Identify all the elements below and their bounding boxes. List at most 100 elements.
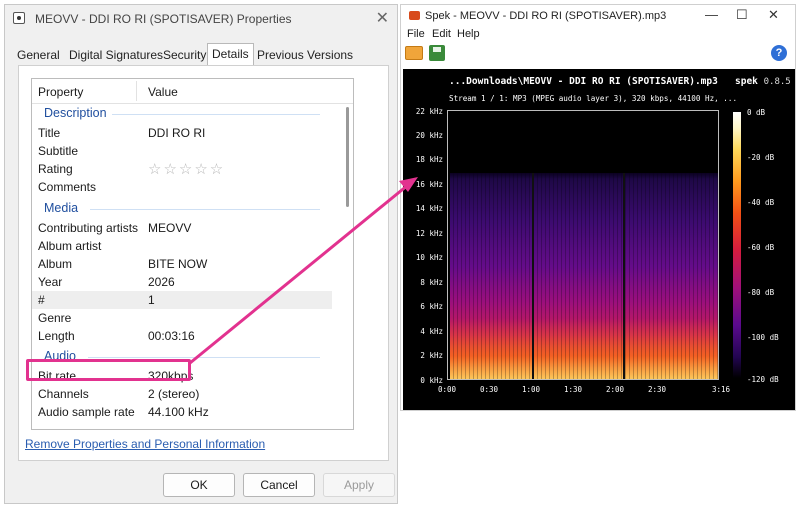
frequency-tick-label: 4 kHz bbox=[420, 327, 443, 336]
property-key: Subtitle bbox=[38, 144, 79, 158]
frequency-tick-label: 8 kHz bbox=[420, 278, 443, 287]
property-key: Album artist bbox=[38, 239, 102, 253]
property-value[interactable]: 00:03:16 bbox=[148, 329, 195, 343]
properties-dialog: MEOVV - DDI RO RI (SPOTISAVER) Propertie… bbox=[4, 4, 398, 504]
property-key: Audio sample rate bbox=[38, 405, 135, 419]
property-row-channels[interactable]: Channels 2 (stereo) bbox=[32, 385, 332, 403]
details-panel: Property Value Description Title DDI RO … bbox=[18, 65, 389, 461]
apply-button[interactable]: Apply bbox=[323, 473, 395, 497]
property-row-album-artist[interactable]: Album artist bbox=[32, 237, 332, 255]
spek-title-bar: Spek - MEOVV - DDI RO RI (SPOTISAVER).mp… bbox=[401, 5, 795, 27]
spek-toolbar: ? bbox=[401, 43, 795, 67]
property-row-sample-rate[interactable]: Audio sample rate 44.100 kHz bbox=[32, 403, 332, 421]
open-folder-icon[interactable] bbox=[405, 46, 423, 60]
property-value[interactable]: 44.100 kHz bbox=[148, 405, 209, 419]
property-key: Channels bbox=[38, 387, 89, 401]
column-header-property[interactable]: Property bbox=[38, 85, 83, 99]
frequency-tick-label: 20 kHz bbox=[415, 131, 443, 140]
spectrogram-plot bbox=[447, 110, 719, 380]
db-tick-label: -80 dB bbox=[747, 288, 775, 297]
tab-general[interactable]: General bbox=[13, 45, 64, 65]
tab-digital-signatures[interactable]: Digital Signatures bbox=[65, 45, 167, 65]
cancel-button[interactable]: Cancel bbox=[243, 473, 315, 497]
save-icon[interactable] bbox=[429, 45, 445, 61]
close-icon[interactable]: ✕ bbox=[768, 7, 779, 23]
property-value[interactable]: 2026 bbox=[148, 275, 175, 289]
menu-file[interactable]: File bbox=[407, 28, 425, 40]
property-value[interactable]: MEOVV bbox=[148, 221, 191, 235]
property-key: Contributing artists bbox=[38, 221, 139, 235]
time-tick-label: 0:00 bbox=[437, 385, 457, 394]
property-key: Title bbox=[38, 126, 61, 140]
property-value[interactable]: 2 (stereo) bbox=[148, 387, 199, 401]
section-divider bbox=[90, 209, 320, 210]
property-row-contributing-artists[interactable]: Contributing artists MEOVV bbox=[32, 219, 332, 237]
maximize-icon[interactable]: ☐ bbox=[736, 7, 748, 23]
property-row-album[interactable]: Album BITE NOW bbox=[32, 255, 332, 273]
stream-info-label: Stream 1 / 1: MP3 (MPEG audio layer 3), … bbox=[449, 94, 738, 103]
bit-rate-highlight-box bbox=[26, 359, 191, 381]
property-key: Year bbox=[38, 275, 63, 289]
tab-security[interactable]: Security bbox=[159, 45, 210, 65]
property-row-year[interactable]: Year 2026 bbox=[32, 273, 332, 291]
property-row-subtitle[interactable]: Subtitle bbox=[32, 142, 332, 160]
property-row-track-number[interactable]: # 1 bbox=[32, 291, 332, 309]
frequency-tick-label: 14 kHz bbox=[415, 204, 443, 213]
db-tick-label: -100 dB bbox=[747, 333, 779, 342]
frequency-tick-label: 0 kHz bbox=[420, 376, 443, 385]
menu-edit[interactable]: Edit bbox=[432, 28, 451, 40]
remove-properties-link[interactable]: Remove Properties and Personal Informati… bbox=[25, 437, 265, 451]
property-key: Comments bbox=[38, 180, 97, 194]
column-divider[interactable] bbox=[136, 81, 137, 101]
app-name: spek bbox=[735, 76, 758, 87]
close-icon[interactable]: ✕ bbox=[376, 8, 389, 28]
vertical-scrollbar[interactable] bbox=[346, 107, 349, 207]
frequency-tick-label: 10 kHz bbox=[415, 253, 443, 262]
spectrogram-view: ...Downloads\MEOVV - DDI RO RI (SPOTISAV… bbox=[403, 69, 795, 410]
db-tick-label: -60 dB bbox=[747, 243, 775, 252]
menu-bar: File Edit Help bbox=[401, 27, 795, 43]
spek-window: Spek - MEOVV - DDI RO RI (SPOTISAVER).mp… bbox=[400, 4, 796, 411]
section-divider bbox=[112, 114, 320, 115]
time-tick-label: 2:30 bbox=[647, 385, 667, 394]
help-icon[interactable]: ? bbox=[771, 45, 787, 61]
tab-details[interactable]: Details bbox=[207, 43, 254, 65]
property-row-length[interactable]: Length 00:03:16 bbox=[32, 327, 332, 345]
frequency-tick-label: 2 kHz bbox=[420, 351, 443, 360]
frequency-tick-label: 22 kHz bbox=[415, 107, 443, 116]
ok-button[interactable]: OK bbox=[163, 473, 235, 497]
rating-stars[interactable]: ☆☆☆☆☆ bbox=[148, 160, 225, 178]
db-tick-label: -20 dB bbox=[747, 153, 775, 162]
spectrogram-image bbox=[450, 173, 718, 379]
property-key: Genre bbox=[38, 311, 72, 325]
property-row-rating[interactable]: Rating ☆☆☆☆☆ bbox=[32, 160, 332, 178]
menu-help[interactable]: Help bbox=[457, 28, 480, 40]
time-tick-label: 0:30 bbox=[479, 385, 499, 394]
property-row-title[interactable]: Title DDI RO RI bbox=[32, 124, 332, 142]
section-divider bbox=[88, 357, 320, 358]
time-tick-label: 1:00 bbox=[521, 385, 541, 394]
app-version-label: spek 0.8.5 bbox=[735, 76, 791, 87]
db-color-scale bbox=[733, 112, 741, 378]
section-description: Description bbox=[32, 105, 332, 123]
time-tick-label: 1:30 bbox=[563, 385, 583, 394]
file-type-icon bbox=[13, 12, 25, 24]
spek-window-title: Spek - MEOVV - DDI RO RI (SPOTISAVER).mp… bbox=[425, 10, 667, 22]
frequency-tick-label: 12 kHz bbox=[415, 229, 443, 238]
property-row-genre[interactable]: Genre bbox=[32, 309, 332, 327]
property-key: Length bbox=[38, 329, 75, 343]
frequency-tick-label: 16 kHz bbox=[415, 180, 443, 189]
minimize-icon[interactable]: — bbox=[705, 7, 718, 22]
property-row-comments[interactable]: Comments bbox=[32, 178, 332, 196]
property-value[interactable]: BITE NOW bbox=[148, 257, 207, 271]
column-header-value[interactable]: Value bbox=[148, 85, 178, 99]
property-value[interactable]: DDI RO RI bbox=[148, 126, 205, 140]
time-tick-label: 2:00 bbox=[605, 385, 625, 394]
spectrogram-cutoff-edge bbox=[450, 173, 718, 179]
section-label: Description bbox=[44, 106, 107, 120]
file-path-label: ...Downloads\MEOVV - DDI RO RI (SPOTISAV… bbox=[449, 76, 718, 87]
spectrogram-silence-gap bbox=[623, 173, 625, 379]
property-key: Rating bbox=[38, 162, 73, 176]
property-value[interactable]: 1 bbox=[148, 293, 155, 307]
tab-previous-versions[interactable]: Previous Versions bbox=[253, 45, 357, 65]
